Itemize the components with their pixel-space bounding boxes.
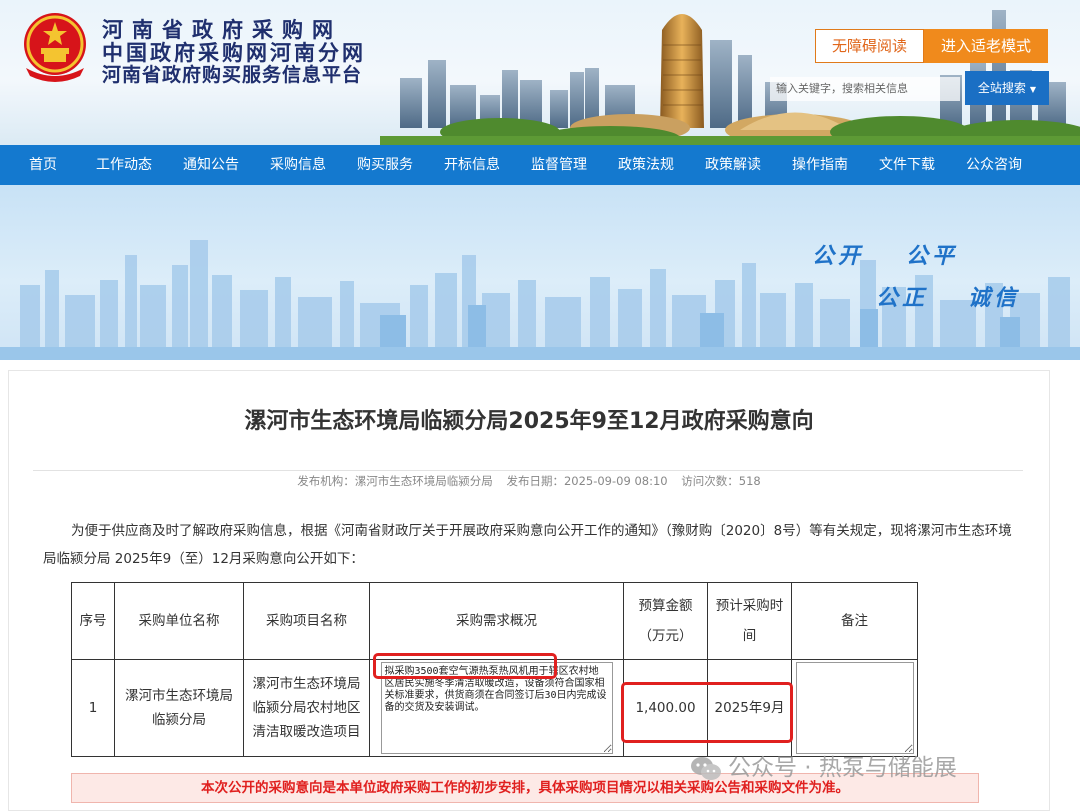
search-input[interactable] xyxy=(770,77,960,101)
elder-mode-button[interactable]: 进入适老模式 xyxy=(924,29,1048,63)
main-nav: 首页 工作动态 通知公告 采购信息 购买服务 开标信息 监督管理 政策法规 政策… xyxy=(0,145,1080,185)
column-header-requirement: 采购需求概况 xyxy=(369,582,624,660)
site-search-button-label: 全站搜索 xyxy=(977,81,1026,95)
nav-item-purchase-services[interactable]: 购买服务 xyxy=(349,145,421,185)
watermark-text: 公众号 · 热泵与储能展 xyxy=(728,755,957,781)
slogan-justice: 公正 xyxy=(876,285,929,311)
procurement-intent-table: 序号 采购单位名称 采购项目名称 采购需求概况 预算金额 （万元） 预计采购时 … xyxy=(71,582,918,757)
site-search-button[interactable]: 全站搜索 ▼ xyxy=(965,71,1049,105)
title-divider xyxy=(33,470,1023,471)
nav-item-supervision[interactable]: 监督管理 xyxy=(523,145,595,185)
nav-item-policy-interpretation[interactable]: 政策解读 xyxy=(697,145,769,185)
watermark: 公众号 · 热泵与储能展 xyxy=(690,748,957,788)
slogan-fairness: 公平 xyxy=(906,243,959,269)
nav-item-bid-opening[interactable]: 开标信息 xyxy=(436,145,508,185)
visit-count: 访问次数：518 xyxy=(681,474,761,488)
site-header: 河南省政府采购网 中国政府采购网河南分网 河南省政府购买服务信息平台 无障碍阅读… xyxy=(0,0,1080,145)
nav-item-guide[interactable]: 操作指南 xyxy=(784,145,856,185)
banner-city-skyline-illustration xyxy=(0,240,1080,360)
column-header-budget-line-2: （万元） xyxy=(638,628,693,644)
wechat-icon xyxy=(691,756,721,780)
table-row: 1 漯河市生态环境局临颍分局 漯河市生态环境局临颍分局农村地区清洁取暖改造项目 … xyxy=(71,659,918,757)
column-header-seq: 序号 xyxy=(71,582,115,660)
table-header-row: 序号 采购单位名称 采购项目名称 采购需求概况 预算金额 （万元） 预计采购时 … xyxy=(71,582,918,660)
article-panel: 漯河市生态环境局临颍分局2025年9至12月政府采购意向 发布机构：漯河市生态环… xyxy=(8,370,1050,811)
column-header-remark: 备注 xyxy=(791,582,918,660)
cell-unit: 漯河市生态环境局临颍分局 xyxy=(114,659,244,757)
column-header-time-line-2: 间 xyxy=(742,628,757,644)
column-header-time-line-1: 预计采购时 xyxy=(715,598,784,614)
intro-paragraph: 为便于供应商及时了解政府采购信息，根据《河南省财政厅关于开展政府采购意向公开工作… xyxy=(43,523,1012,567)
column-header-budget-line-1: 预算金额 xyxy=(638,598,693,614)
cell-project: 漯河市生态环境局临颍分局农村地区清洁取暖改造项目 xyxy=(243,659,370,757)
slogan-openness: 公开 xyxy=(812,243,865,269)
nav-item-home[interactable]: 首页 xyxy=(14,145,72,185)
nav-item-work-news[interactable]: 工作动态 xyxy=(88,145,160,185)
requirement-textarea[interactable]: 拟采购3500套空气源热泵热风机用于辖区农村地区居民实施冬季清洁取暖改造，设备须… xyxy=(380,662,613,754)
nav-item-notices[interactable]: 通知公告 xyxy=(175,145,247,185)
publisher: 发布机构：漯河市生态环境局临颍分局 xyxy=(297,474,493,488)
accessibility-reading-button[interactable]: 无障碍阅读 xyxy=(815,29,924,63)
cell-remark xyxy=(791,659,918,757)
nav-item-public-consultation[interactable]: 公众咨询 xyxy=(958,145,1030,185)
nav-item-downloads[interactable]: 文件下载 xyxy=(871,145,943,185)
article-meta: 发布机构：漯河市生态环境局临颍分局 发布日期：2025-09-09 08:10 … xyxy=(9,473,1049,489)
cell-time: 2025年9月 xyxy=(707,659,792,757)
nav-item-procurement-info[interactable]: 采购信息 xyxy=(262,145,334,185)
caret-down-icon: ▼ xyxy=(1029,85,1037,94)
slogan-banner: 公开 公平 公正 诚信 xyxy=(0,185,1080,360)
column-header-time: 预计采购时 间 xyxy=(707,582,792,660)
slogan-integrity: 诚信 xyxy=(968,285,1021,311)
column-header-unit: 采购单位名称 xyxy=(114,582,244,660)
column-header-project: 采购项目名称 xyxy=(243,582,370,660)
site-name-line-3: 河南省政府购买服务信息平台 xyxy=(102,64,363,86)
cell-seq: 1 xyxy=(71,659,115,757)
remark-textarea[interactable] xyxy=(795,662,914,754)
national-emblem-icon xyxy=(24,13,86,82)
publish-date: 发布日期：2025-09-09 08:10 xyxy=(506,474,668,488)
cell-requirement: 拟采购3500套空气源热泵热风机用于辖区农村地区居民实施冬季清洁取暖改造，设备须… xyxy=(369,659,624,757)
article-title: 漯河市生态环境局临颍分局2025年9至12月政府采购意向 xyxy=(244,409,814,434)
cell-budget: 1,400.00 xyxy=(623,659,708,757)
nav-item-policies[interactable]: 政策法规 xyxy=(610,145,682,185)
column-header-budget: 预算金额 （万元） xyxy=(623,582,708,660)
